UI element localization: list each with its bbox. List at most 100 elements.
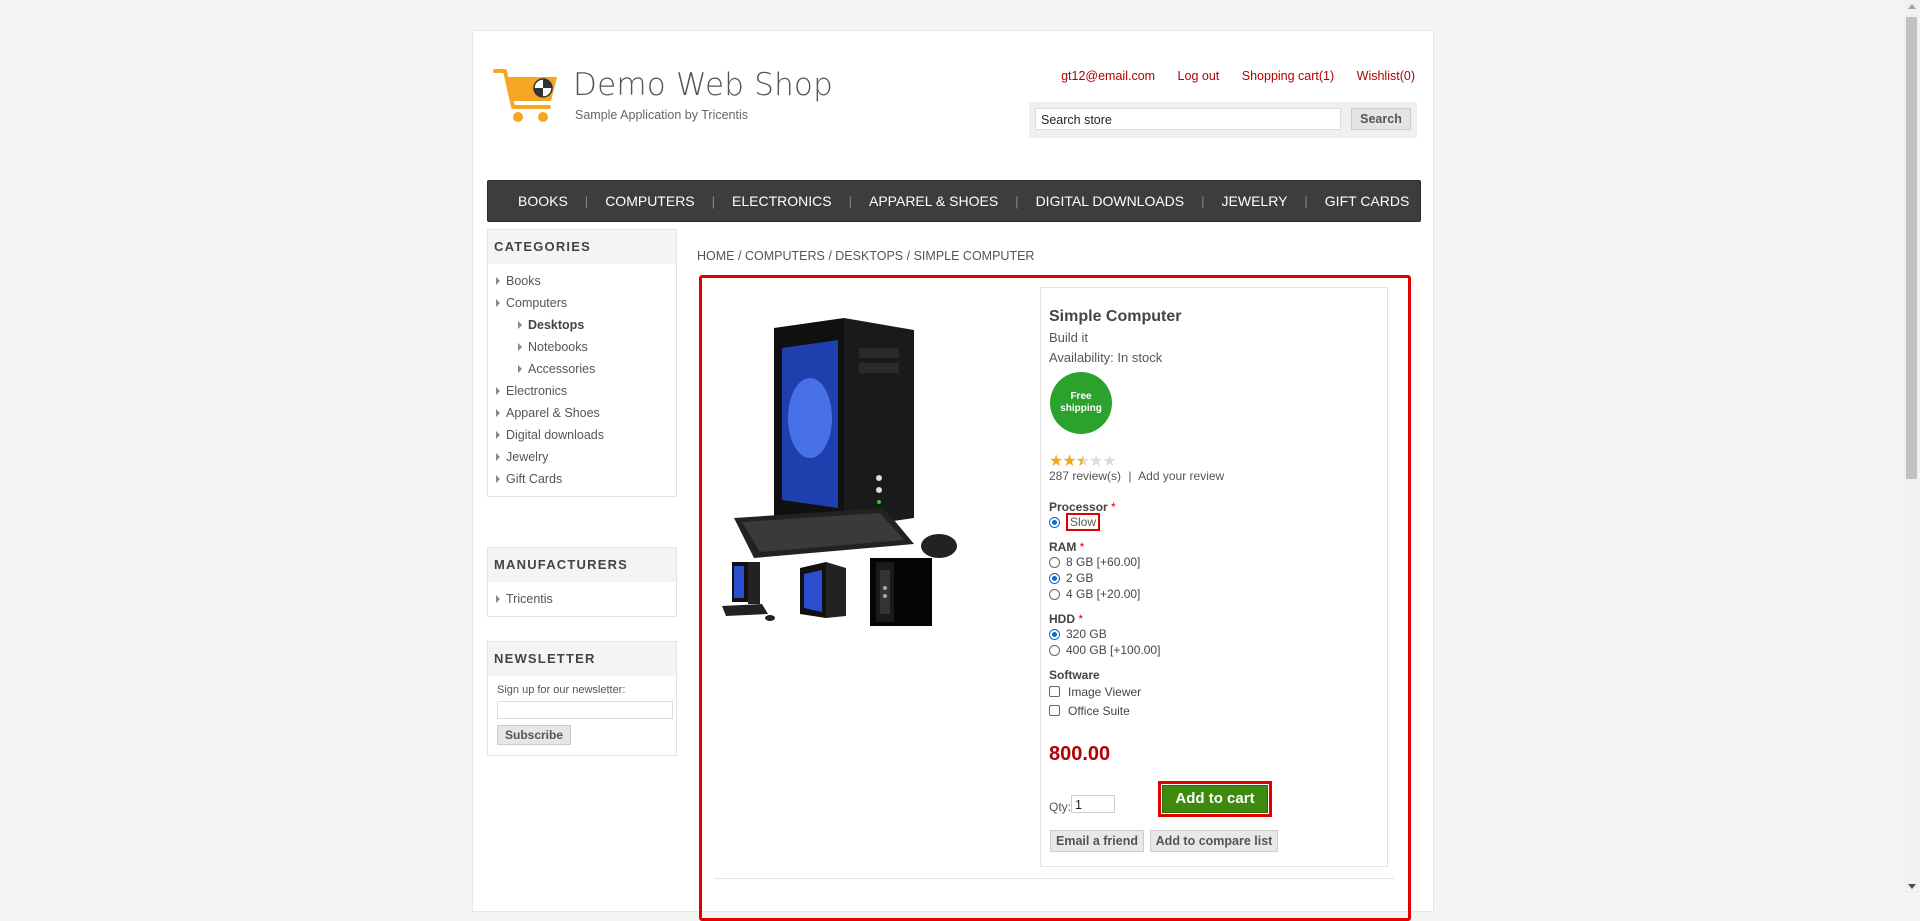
checkbox[interactable]	[1049, 686, 1060, 697]
search-button[interactable]: Search	[1351, 108, 1411, 130]
category-jewelry[interactable]: Jewelry	[496, 446, 676, 468]
software-option-image-viewer[interactable]: Image Viewer	[1049, 682, 1141, 701]
nav-computers[interactable]: COMPUTERS	[588, 193, 711, 209]
radio-unselected[interactable]	[1049, 588, 1060, 600]
product-description-box	[714, 878, 1394, 919]
radio-selected[interactable]	[1049, 572, 1060, 584]
manufacturer-label: Tricentis	[506, 592, 553, 606]
attribute-label: HDD	[1049, 612, 1075, 626]
breadcrumb-computers[interactable]: COMPUTERS	[745, 249, 825, 263]
software-option-office-suite[interactable]: Office Suite	[1049, 701, 1141, 720]
option-label: Office Suite	[1068, 703, 1130, 718]
email-a-friend-button[interactable]: Email a friend	[1050, 830, 1144, 852]
product-availability: Availability: In stock	[1049, 350, 1163, 365]
required-marker: *	[1079, 540, 1085, 554]
category-books[interactable]: Books	[496, 270, 676, 292]
scroll-down-arrow-icon[interactable]	[1908, 884, 1916, 889]
checkbox[interactable]	[1049, 705, 1060, 716]
product-short-description: Build it	[1049, 330, 1089, 345]
breadcrumb-separator: /	[737, 249, 742, 263]
ram-option-8gb[interactable]: 8 GB [+60.00]	[1049, 554, 1140, 570]
radio-unselected[interactable]	[1049, 556, 1060, 568]
site-logo[interactable]: Demo Web Shop Sample Application by Tric…	[493, 67, 833, 127]
arrow-right-icon	[496, 475, 500, 483]
add-to-compare-button[interactable]: Add to compare list	[1150, 830, 1278, 852]
required-marker: *	[1078, 612, 1084, 626]
reviews-count-link[interactable]: 287 review(s)	[1049, 469, 1121, 483]
nav-apparel-shoes[interactable]: APPAREL & SHOES	[852, 193, 1015, 209]
category-computers[interactable]: Computers	[496, 292, 676, 314]
newsletter-email-input[interactable]	[497, 701, 673, 719]
breadcrumb-current: SIMPLE COMPUTER	[913, 249, 1035, 263]
arrow-right-icon	[518, 343, 522, 351]
radio-unselected[interactable]	[1049, 644, 1060, 656]
product-thumbnail[interactable]	[870, 558, 932, 626]
quantity-input[interactable]: 1	[1071, 795, 1115, 813]
add-to-cart-highlight: Add to cart	[1158, 781, 1272, 817]
product-thumbnail[interactable]	[792, 558, 854, 626]
nav-gift-cards[interactable]: GIFT CARDS	[1308, 193, 1427, 209]
manufacturers-block: MANUFACTURERS Tricentis	[487, 547, 677, 617]
processor-option-slow[interactable]: Slow	[1049, 513, 1116, 531]
option-label: 400 GB [+100.00]	[1066, 643, 1161, 657]
free-shipping-badge: Free shipping	[1050, 372, 1112, 434]
add-to-cart-button[interactable]: Add to cart	[1162, 785, 1268, 813]
header-links: gt12@email.com Log out Shopping cart(1) …	[1042, 69, 1415, 83]
radio-selected[interactable]	[1049, 516, 1060, 528]
ram-option-2gb[interactable]: 2 GB	[1049, 570, 1140, 586]
manufacturer-tricentis[interactable]: Tricentis	[496, 588, 676, 610]
arrow-right-icon	[496, 409, 500, 417]
shopping-cart-link[interactable]: Shopping cart(1)	[1242, 69, 1334, 83]
star-half-icon: ★	[1075, 453, 1090, 470]
hdd-option-320gb[interactable]: 320 GB	[1049, 626, 1160, 642]
category-desktops[interactable]: Desktops	[496, 314, 676, 336]
scrollbar-thumb[interactable]	[1906, 17, 1917, 479]
vertical-scrollbar[interactable]	[1903, 0, 1920, 893]
category-label: Desktops	[528, 318, 585, 332]
category-gift-cards[interactable]: Gift Cards	[496, 468, 676, 490]
arrow-right-icon	[518, 365, 522, 373]
rating-stars: ★★★★★	[1049, 451, 1117, 471]
category-electronics[interactable]: Electronics	[496, 380, 676, 402]
newsletter-title: NEWSLETTER	[488, 642, 676, 676]
site-subtitle: Sample Application by Tricentis	[575, 108, 749, 122]
breadcrumb-home[interactable]: HOME	[697, 249, 735, 263]
category-digital-downloads[interactable]: Digital downloads	[496, 424, 676, 446]
star-icon: ★	[1089, 453, 1103, 470]
ram-option-4gb[interactable]: 4 GB [+20.00]	[1049, 586, 1140, 602]
add-review-link[interactable]: Add your review	[1138, 469, 1224, 483]
product-thumbnail[interactable]	[714, 558, 776, 626]
wishlist-link[interactable]: Wishlist(0)	[1357, 69, 1415, 83]
breadcrumb: HOME / COMPUTERS / DESKTOPS / SIMPLE COM…	[697, 249, 1034, 263]
nav-books[interactable]: BOOKS	[488, 193, 585, 209]
scroll-up-arrow-icon[interactable]	[1908, 4, 1916, 9]
breadcrumb-separator: /	[906, 249, 911, 263]
subscribe-button[interactable]: Subscribe	[497, 725, 571, 745]
categories-list: Books Computers Desktops Notebooks Acces…	[488, 264, 676, 496]
arrow-right-icon	[496, 453, 500, 461]
category-label: Apparel & Shoes	[506, 406, 600, 420]
category-label: Gift Cards	[506, 472, 563, 486]
product-overview: Simple Computer Build it Availability: I…	[1040, 287, 1388, 867]
category-label: Notebooks	[528, 340, 588, 354]
option-label: 320 GB	[1066, 627, 1107, 641]
hdd-option-400gb[interactable]: 400 GB [+100.00]	[1049, 642, 1160, 658]
nav-digital-downloads[interactable]: DIGITAL DOWNLOADS	[1019, 193, 1202, 209]
breadcrumb-desktops[interactable]: DESKTOPS	[835, 249, 903, 263]
logout-link[interactable]: Log out	[1178, 69, 1220, 83]
category-notebooks[interactable]: Notebooks	[496, 336, 676, 358]
attribute-label: Processor	[1049, 500, 1108, 514]
arrow-right-icon	[496, 595, 500, 603]
nav-electronics[interactable]: ELECTRONICS	[715, 193, 849, 209]
account-link[interactable]: gt12@email.com	[1061, 69, 1155, 83]
product-main-image[interactable]	[714, 308, 968, 566]
nav-jewelry[interactable]: JEWELRY	[1205, 193, 1305, 209]
search-input[interactable]: Search store	[1035, 108, 1341, 130]
page-container: Demo Web Shop Sample Application by Tric…	[472, 30, 1434, 921]
category-apparel-shoes[interactable]: Apparel & Shoes	[496, 402, 676, 424]
manufacturers-title: MANUFACTURERS	[488, 548, 676, 582]
radio-selected[interactable]	[1049, 628, 1060, 640]
category-accessories[interactable]: Accessories	[496, 358, 676, 380]
product-name: Simple Computer	[1049, 308, 1182, 325]
category-label: Electronics	[506, 384, 568, 398]
